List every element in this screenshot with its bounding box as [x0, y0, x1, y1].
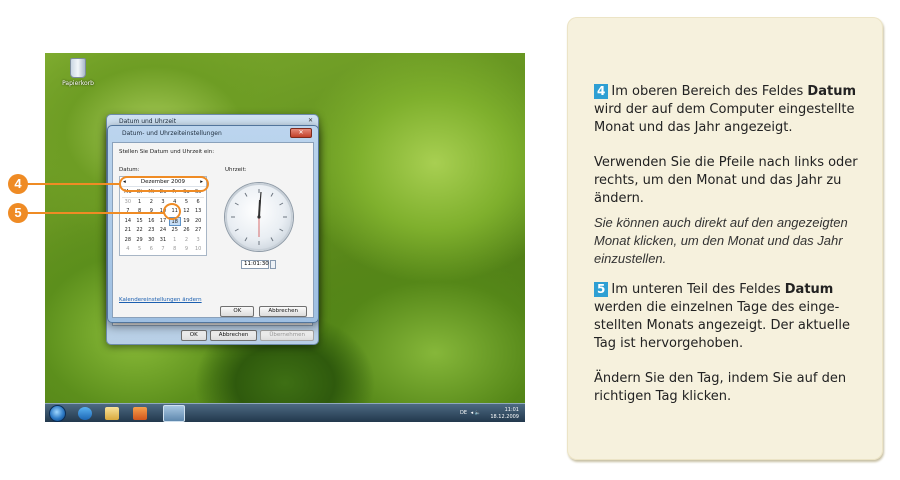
- clock-face-icon: [231, 189, 287, 245]
- date-label: Datum:: [119, 167, 140, 173]
- tip-paragraph: Sie können auch direkt auf den angezeigt…: [594, 215, 848, 266]
- windows-start-icon[interactable]: [49, 405, 66, 422]
- dialog-title: Datum und Uhrzeit: [119, 118, 177, 125]
- time-input[interactable]: 11:01:30: [241, 260, 269, 269]
- calendar-day[interactable]: 21: [122, 226, 134, 236]
- calendar-day[interactable]: 24: [157, 226, 169, 236]
- cancel-button[interactable]: Abbrechen: [209, 330, 258, 341]
- analog-clock: [225, 183, 293, 251]
- taskbar: DE ◂ 🔈 11:01 18.12.2009: [45, 403, 525, 422]
- calendar-day[interactable]: 5: [134, 245, 146, 255]
- calendar-day[interactable]: 27: [192, 226, 204, 236]
- calendar-day[interactable]: 5: [181, 198, 193, 208]
- calendar-day[interactable]: 30: [145, 236, 157, 246]
- step-4-number: 4: [594, 84, 609, 99]
- step-4-paragraph: 4 Im oberen Bereich des Feldes Datum wird…: [594, 83, 872, 137]
- close-button[interactable]: ✕: [290, 128, 312, 138]
- calendar-day[interactable]: 25: [169, 226, 181, 236]
- calendar-day[interactable]: 9: [181, 245, 193, 255]
- month-year-highlight: [119, 176, 209, 192]
- calendar-day[interactable]: 7: [157, 245, 169, 255]
- taskbar-clock[interactable]: 11:01 18.12.2009: [490, 407, 519, 420]
- calendar-day[interactable]: 23: [145, 226, 157, 236]
- calendar-day[interactable]: 2: [145, 198, 157, 208]
- ok-button[interactable]: OK: [220, 306, 255, 317]
- callout-4-line: [26, 183, 121, 185]
- calendar-settings-link[interactable]: Kalendereinstellungen ändern: [119, 297, 202, 303]
- calendar-day[interactable]: 1: [134, 198, 146, 208]
- dialog-button-row: OK Abbrechen Übernehmen: [180, 330, 314, 341]
- step-5-text-a: Im unteren Teil des Feldes: [611, 282, 785, 297]
- calendar-day[interactable]: 10: [192, 245, 204, 255]
- internet-explorer-icon[interactable]: [78, 407, 92, 420]
- step-4-text-b: wird der auf dem Computer eingestellte M…: [594, 102, 855, 135]
- calendar-day[interactable]: 19: [181, 217, 193, 227]
- settings-dialog-title: Datum- und Uhrzeiteinstellungen: [122, 130, 222, 137]
- clock-date: 18.12.2009: [490, 413, 519, 420]
- calendar-day-grid: Mo Di Mi Do Fr Sa So 30 1 2 3 4 5 6 7 8 9 10 11 12 13 14 15 16 1…: [120, 187, 206, 256]
- desktop-screenshot: Papierkorb Datum und Uhrzeit ✕ OK Abbrec…: [45, 53, 525, 422]
- calendar-day[interactable]: 3: [192, 236, 204, 246]
- settings-button-row: OK Abbrechen: [220, 306, 307, 317]
- step-5-bold: Datum: [784, 282, 834, 297]
- calendar-day[interactable]: 14: [122, 217, 134, 227]
- callout-5: 5: [8, 203, 28, 223]
- file-explorer-icon[interactable]: [105, 407, 119, 420]
- callout-4: 4: [8, 174, 28, 194]
- step-5-text-b: werden die einzelnen Tage des einge-stel…: [594, 300, 850, 351]
- volume-icon[interactable]: ◂ 🔈: [471, 410, 481, 416]
- apply-button[interactable]: Übernehmen: [260, 330, 314, 341]
- arrows-paragraph: Verwenden Sie die Pfeile nach links oder…: [594, 155, 858, 206]
- close-icon: ✕: [298, 129, 304, 136]
- control-panel-task-icon[interactable]: [163, 405, 185, 422]
- close-icon[interactable]: ✕: [308, 117, 313, 124]
- calendar-day[interactable]: 22: [134, 226, 146, 236]
- calendar-day[interactable]: 31: [157, 236, 169, 246]
- calendar-day[interactable]: 12: [181, 207, 193, 217]
- instruction-panel: 4 Im oberen Bereich des Feldes Datum wird…: [567, 17, 883, 460]
- calendar-day[interactable]: 6: [192, 198, 204, 208]
- calendar-day[interactable]: 6: [145, 245, 157, 255]
- calendar-day[interactable]: 1: [169, 236, 181, 246]
- calendar-day[interactable]: 13: [192, 207, 204, 217]
- change-day-paragraph: Ändern Sie den Tag, indem Sie auf den ri…: [594, 371, 847, 404]
- calendar-day[interactable]: 28: [122, 236, 134, 246]
- calendar-day[interactable]: 29: [134, 236, 146, 246]
- instruction-text: Stellen Sie Datum und Uhrzeit ein:: [119, 149, 215, 155]
- language-indicator[interactable]: DE: [460, 410, 467, 416]
- step-4-bold: Datum: [807, 84, 857, 99]
- media-player-icon[interactable]: [133, 407, 147, 420]
- recycle-bin[interactable]: Papierkorb: [59, 58, 97, 87]
- recycle-bin-icon: [70, 58, 86, 78]
- step-5-number: 5: [594, 282, 609, 297]
- calendar-day[interactable]: 4: [122, 245, 134, 255]
- ok-button[interactable]: OK: [180, 330, 207, 341]
- time-spinner[interactable]: [270, 260, 276, 269]
- calendar-day[interactable]: 20: [192, 217, 204, 227]
- calendar-day[interactable]: 26: [181, 226, 193, 236]
- settings-dialog-body: Stellen Sie Datum und Uhrzeit ein: Datum…: [112, 142, 314, 318]
- time-label: Uhrzeit:: [225, 167, 247, 173]
- calendar-day[interactable]: 2: [181, 236, 193, 246]
- cancel-button[interactable]: Abbrechen: [259, 306, 307, 317]
- callout-5-line: [26, 212, 164, 214]
- calendar-day[interactable]: 15: [134, 217, 146, 227]
- calendar-day[interactable]: 16: [145, 217, 157, 227]
- calendar-day[interactable]: 8: [169, 245, 181, 255]
- calendar-day[interactable]: 30: [122, 198, 134, 208]
- step-4-text-a: Im oberen Bereich des Feldes: [611, 84, 808, 99]
- selected-day-highlight: [163, 203, 181, 220]
- date-time-settings-dialog: Datum- und Uhrzeiteinstellungen ✕ Stelle…: [107, 125, 319, 323]
- step-5-paragraph: 5 Im unteren Teil des Feldes Datum werden…: [594, 281, 872, 353]
- recycle-bin-label: Papierkorb: [62, 80, 94, 87]
